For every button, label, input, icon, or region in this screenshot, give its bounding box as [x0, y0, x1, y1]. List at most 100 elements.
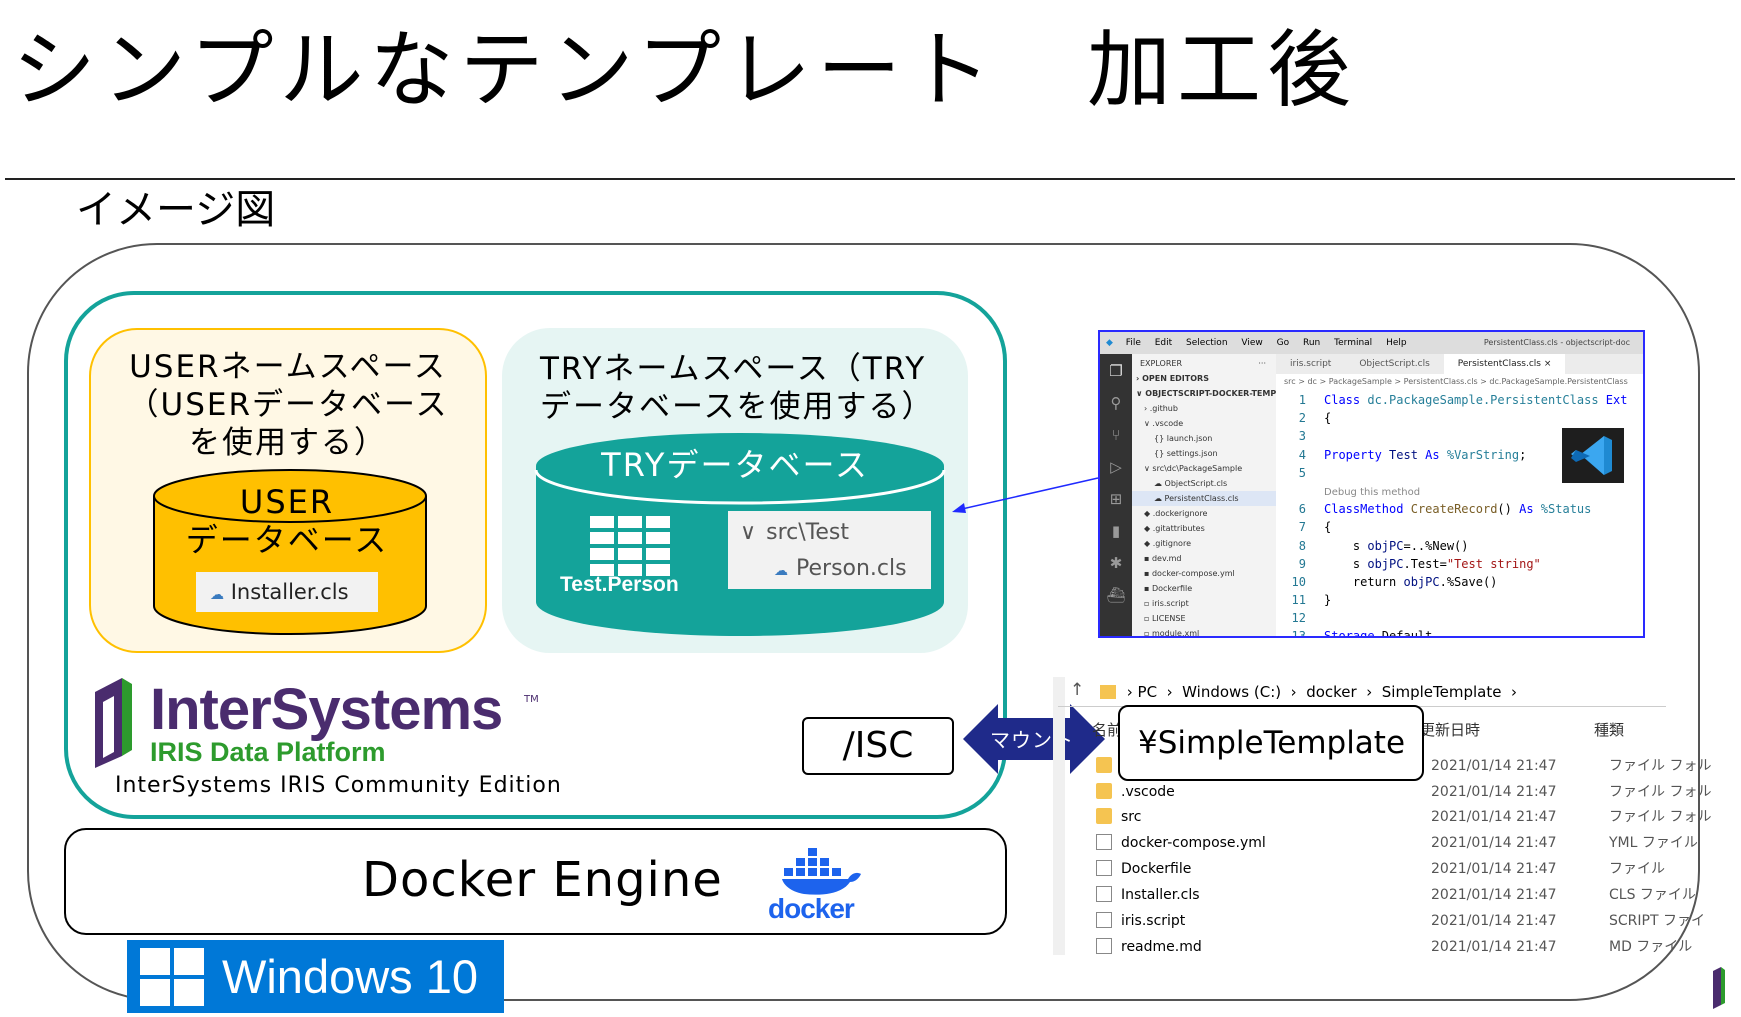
try-namespace-label: TRYネームスペース（TRY データベースを使用する）: [540, 350, 960, 426]
run-debug-icon[interactable]: ▷: [1100, 458, 1132, 476]
file-row[interactable]: iris.script 2021/01/14 21:47 SCRIPT ファイ: [1096, 908, 1705, 934]
vscode-menu-bar: ◆ File Edit Selection View Go Run Termin…: [1100, 332, 1643, 354]
intersystems-logo-icon: [95, 678, 132, 768]
file-date: 2021/01/14 21:47: [1431, 887, 1557, 903]
iris-product-name: IRIS Data Platform: [150, 737, 386, 767]
menu-selection[interactable]: Selection: [1186, 338, 1227, 348]
objectscript-icon: ☁: [210, 587, 224, 603]
explorer-address-bar[interactable]: › PC › Windows (C:) › docker › SimpleTem…: [1058, 677, 1666, 707]
menu-view[interactable]: View: [1241, 338, 1262, 348]
tree-item[interactable]: ▫ LICENSE: [1132, 611, 1276, 626]
tree-item[interactable]: ▪ docker-compose.yml: [1132, 566, 1276, 581]
intersystems-icon[interactable]: ▮: [1100, 522, 1132, 540]
file-date: 2021/01/14 21:47: [1431, 758, 1557, 774]
file-date: 2021/01/14 21:47: [1431, 835, 1557, 851]
tree-item-selected[interactable]: ☁ PersistentClass.cls: [1132, 491, 1276, 506]
debug-bug-icon[interactable]: ✱: [1100, 554, 1132, 572]
explorer-title: EXPLORER ···: [1140, 359, 1266, 368]
code-line: 2{: [1298, 411, 1332, 426]
file-name: src: [1121, 809, 1142, 825]
file-date: 2021/01/14 21:47: [1431, 913, 1557, 929]
tree-item[interactable]: ☁ ObjectScript.cls: [1132, 476, 1276, 491]
open-editors-section[interactable]: › OPEN EDITORS: [1132, 371, 1276, 386]
up-arrow-icon[interactable]: ↑: [1070, 680, 1084, 700]
column-header-type[interactable]: 種類: [1594, 719, 1624, 740]
chevron-down-icon: ∨: [740, 520, 757, 545]
file-type: ファイル フォル: [1609, 758, 1712, 774]
code-line: 7{: [1298, 520, 1332, 535]
breadcrumb-segment[interactable]: SimpleTemplate: [1382, 683, 1502, 701]
file-name: docker-compose.yml: [1121, 835, 1266, 851]
editor-tab[interactable]: iris.script: [1276, 354, 1345, 374]
file-row[interactable]: src 2021/01/14 21:47 ファイル フォル: [1096, 804, 1711, 830]
explorer-icon[interactable]: ❐: [1100, 362, 1132, 380]
file-name: .vscode: [1121, 784, 1175, 800]
container-mount-path: /ISC: [802, 717, 954, 775]
menu-edit[interactable]: Edit: [1155, 338, 1172, 348]
file-row[interactable]: .vscode 2021/01/14 21:47 ファイル フォル: [1096, 779, 1711, 805]
breadcrumb-segment[interactable]: docker: [1306, 683, 1357, 701]
breadcrumb-segment[interactable]: PC: [1138, 683, 1158, 701]
file-row[interactable]: Dockerfile 2021/01/14 21:47 ファイル: [1096, 856, 1666, 882]
tree-item[interactable]: ▪ Dockerfile: [1132, 581, 1276, 596]
vscode-editor-tabs: iris.script ObjectScript.cls PersistentCla…: [1276, 354, 1643, 374]
code-line: 11}: [1291, 593, 1332, 608]
user-database-label: USER データベース: [152, 483, 422, 559]
docker-icon[interactable]: ⛴: [1100, 586, 1132, 604]
tree-item[interactable]: ◆ .gitignore: [1132, 536, 1276, 551]
tree-item[interactable]: {} settings.json: [1132, 446, 1276, 461]
search-icon[interactable]: ⚲: [1100, 394, 1132, 412]
menu-help[interactable]: Help: [1386, 338, 1407, 348]
file-type: CLS ファイル: [1609, 887, 1696, 903]
table-name-label: Test.Person: [560, 573, 679, 596]
code-line: 10 return objPC.%Save(): [1291, 574, 1498, 589]
trademark-mark: TM: [524, 694, 539, 705]
file-row[interactable]: docker-compose.yml 2021/01/14 21:47 YML ファ…: [1096, 830, 1698, 856]
editor-tab-active[interactable]: PersistentClass.cls ×: [1443, 354, 1566, 374]
tree-item[interactable]: ◆ .dockerignore: [1132, 506, 1276, 521]
docker-engine-label: Docker Engine: [362, 852, 723, 908]
code-line: 9 s objPC.Test="Test string": [1298, 556, 1541, 571]
menu-file[interactable]: File: [1126, 338, 1141, 348]
slide-title: シンプルなテンプレート 加工後: [12, 21, 1357, 119]
menu-go[interactable]: Go: [1277, 338, 1289, 348]
user-namespace-label-line-2: （USERデータベース: [127, 387, 449, 423]
file-row[interactable]: readme.md 2021/01/14 21:47 MD ファイル: [1096, 934, 1692, 960]
file-date: 2021/01/14 21:47: [1431, 809, 1557, 825]
tree-item[interactable]: {} launch.json: [1132, 431, 1276, 446]
iris-edition-label: InterSystems IRIS Community Edition: [115, 773, 562, 798]
editor-tab[interactable]: ObjectScript.cls: [1345, 354, 1443, 374]
tree-item[interactable]: ▫ iris.script: [1132, 596, 1276, 611]
tree-item[interactable]: ◆ .gitattributes: [1132, 521, 1276, 536]
edit-link-arrow: [952, 477, 1099, 513]
tree-item[interactable]: ▫ module.xml: [1132, 626, 1276, 636]
explorer-scrollbar[interactable]: [1053, 677, 1065, 955]
file-icon: [1096, 938, 1112, 954]
breadcrumb-segment[interactable]: Windows (C:): [1182, 683, 1281, 701]
file-type: ファイル: [1609, 861, 1665, 877]
menu-terminal[interactable]: Terminal: [1334, 338, 1372, 348]
workspace-section[interactable]: ∨ OBJECTSCRIPT-DOCKER-TEMPLATE: [1132, 386, 1276, 401]
tree-item[interactable]: ∨ .vscode: [1132, 416, 1276, 431]
file-row[interactable]: Installer.cls 2021/01/14 21:47 CLS ファイル: [1096, 882, 1696, 908]
menu-run[interactable]: Run: [1303, 338, 1320, 348]
user-namespace-label-line-3: を使用する）: [189, 425, 387, 461]
source-file-row: ☁ Person.cls: [740, 551, 919, 587]
file-date: 2021/01/14 21:47: [1431, 784, 1557, 800]
tree-item[interactable]: ▪ dev.md: [1132, 551, 1276, 566]
source-file-label: Person.cls: [796, 556, 907, 581]
tree-item[interactable]: ∨ src\dc\PackageSample: [1132, 461, 1276, 476]
file-name: Dockerfile: [1121, 861, 1192, 877]
source-folder-row: ∨ src\Test: [740, 515, 919, 551]
extensions-icon[interactable]: ⊞: [1100, 490, 1132, 508]
file-icon: [1096, 860, 1112, 876]
source-tree-panel: ∨ src\Test ☁ Person.cls: [728, 511, 931, 589]
codelens-debug[interactable]: Debug this method: [1276, 482, 1643, 500]
title-divider: [5, 178, 1735, 180]
objectscript-icon: ☁: [774, 563, 788, 579]
tree-item[interactable]: › .github: [1132, 401, 1276, 416]
file-type: ファイル フォル: [1609, 809, 1712, 825]
column-header-date[interactable]: 更新日時: [1420, 719, 1480, 740]
source-control-icon[interactable]: ⑂: [1100, 426, 1132, 444]
installer-file-chip: ☁ Installer.cls: [196, 572, 378, 612]
